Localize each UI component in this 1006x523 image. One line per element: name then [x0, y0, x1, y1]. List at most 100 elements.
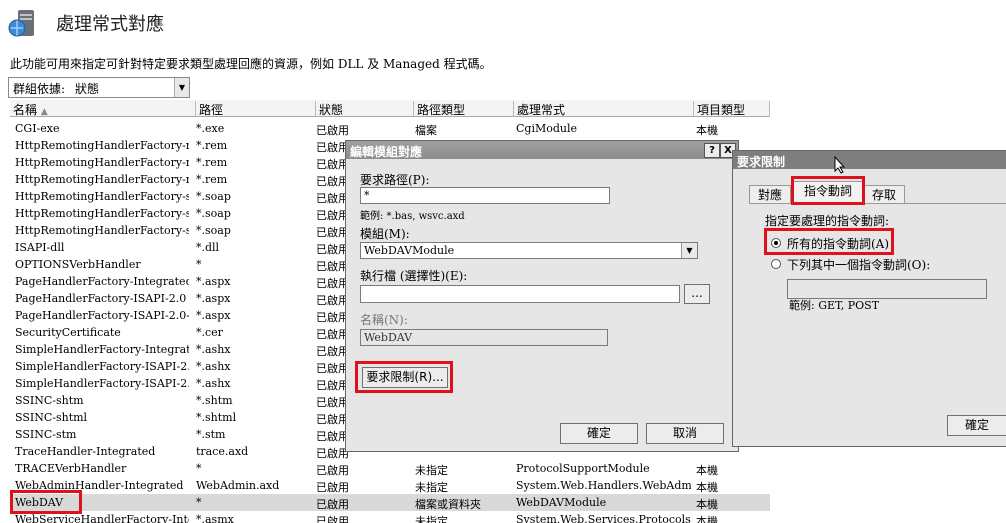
- dialog-titlebar: 要求限制: [733, 151, 1006, 169]
- group-by-dropdown[interactable]: 群組依據: 狀態 ▼: [8, 77, 190, 98]
- cell-path: *.soap: [196, 207, 231, 220]
- name-label: 名稱(N):: [360, 313, 408, 327]
- table-row[interactable]: WebDAV * 已啟用 檔案或資料夾 WebDAVModule 本機: [10, 494, 770, 511]
- dropdown-arrow-icon[interactable]: ▼: [681, 243, 697, 258]
- cell-path: *.rem: [196, 173, 228, 186]
- request-path-label: 要求路徑(P):: [360, 173, 430, 187]
- request-path-example: 範例: *.bas, wsvc.axd: [360, 211, 465, 222]
- cell-state: 已啟用: [316, 124, 349, 137]
- cell-path: *.ashx: [196, 377, 231, 390]
- cell-name: TraceHandler-Integrated: [15, 445, 156, 458]
- cell-handler: System.Web.Services.Protocols.W...: [516, 513, 691, 523]
- cell-path-type: 未指定: [415, 515, 448, 523]
- cell-name: SSINC-stm: [15, 428, 77, 441]
- cell-handler: System.Web.Handlers.WebAdmin...: [516, 479, 691, 492]
- name-input[interactable]: WebDAV: [360, 329, 608, 346]
- dialog-title: 要求限制: [737, 155, 786, 169]
- cancel-button[interactable]: 取消: [646, 423, 724, 444]
- column-header-entry-type[interactable]: 項目類型: [694, 101, 770, 117]
- cell-path: *.dll: [196, 241, 220, 254]
- cell-state: 已啟用: [316, 481, 349, 494]
- verbs-example: 範例: GET, POST: [789, 299, 880, 312]
- column-header-handler[interactable]: 處理常式: [514, 101, 694, 117]
- highlight-verbs-tab: [791, 176, 865, 205]
- tab-access[interactable]: 存取: [863, 185, 905, 204]
- table-row[interactable]: TRACEVerbHandler * 已啟用 未指定 ProtocolSupportMo…: [10, 460, 770, 477]
- ok-button[interactable]: 確定: [560, 423, 638, 444]
- dialog-title: 編輯模組對應: [350, 145, 423, 159]
- page-title: 處理常式對應: [56, 14, 164, 35]
- column-header-path[interactable]: 路徑: [196, 101, 316, 117]
- cell-handler: CgiModule: [516, 122, 578, 135]
- cell-name: PageHandlerFactory-Integrated: [15, 275, 189, 288]
- request-path-input[interactable]: *: [360, 187, 610, 204]
- cell-path: *.asmx: [196, 513, 234, 523]
- cell-name: TRACEVerbHandler: [15, 462, 127, 475]
- cell-name: PageHandlerFactory-ISAPI-2.0-64: [15, 309, 189, 322]
- cell-state: 已啟用: [316, 498, 349, 511]
- cell-path: trace.axd: [196, 445, 249, 458]
- cell-path: *.shtm: [196, 394, 233, 407]
- column-header-name[interactable]: 名稱 ▲: [10, 101, 196, 117]
- table-row[interactable]: WebServiceHandlerFactory-Integr... *.asmx…: [10, 511, 770, 523]
- one-of-verbs-label: 下列其中一個指令動詞(O):: [787, 258, 931, 272]
- cell-path: *.stm: [196, 428, 226, 441]
- tab-mapping[interactable]: 對應: [749, 185, 791, 204]
- column-header-path-type[interactable]: 路徑類型: [414, 101, 514, 117]
- mouse-pointer-icon: [834, 155, 846, 177]
- executable-input[interactable]: [360, 285, 680, 303]
- cell-name: WebServiceHandlerFactory-Integr...: [15, 513, 189, 523]
- tab-panel-border: [749, 203, 1006, 204]
- column-header-state[interactable]: 狀態: [316, 101, 414, 117]
- module-select[interactable]: WebDAVModule ▼: [360, 242, 698, 259]
- cell-name: SimpleHandlerFactory-ISAPI-2.0: [15, 360, 189, 373]
- cell-path-type: 未指定: [415, 464, 448, 477]
- dropdown-arrow-icon[interactable]: ▼: [174, 78, 189, 97]
- cell-path: *.rem: [196, 139, 228, 152]
- cell-state: 已啟用: [316, 515, 349, 523]
- cell-path-type: 檔案或資料夾: [415, 498, 481, 511]
- cell-name: HttpRemotingHandlerFactory-soap...: [15, 207, 189, 220]
- cell-path: *: [196, 258, 202, 271]
- help-button[interactable]: ?: [704, 143, 720, 158]
- cell-name: CGI-exe: [15, 122, 60, 135]
- cell-name: HttpRemotingHandlerFactory-rem...: [15, 173, 189, 186]
- highlight-restrictions-button: [355, 361, 453, 393]
- cell-path-type: 檔案: [415, 124, 437, 137]
- cell-path: *.aspx: [196, 309, 231, 322]
- verbs-input[interactable]: [787, 279, 987, 299]
- cell-name: PageHandlerFactory-ISAPI-2.0: [15, 292, 187, 305]
- executable-label: 執行檔 (選擇性)(E):: [360, 269, 468, 283]
- module-label: 模組(M):: [360, 227, 410, 241]
- cell-name: SSINC-shtm: [15, 394, 84, 407]
- browse-button[interactable]: ...: [684, 284, 710, 304]
- cell-path: *.exe: [196, 122, 225, 135]
- cell-path: *.shtml: [196, 411, 237, 424]
- module-select-value: WebDAVModule: [364, 244, 455, 257]
- cell-entry-type: 本機: [696, 515, 718, 523]
- cell-entry-type: 本機: [696, 498, 718, 511]
- cell-handler: WebDAVModule: [516, 496, 607, 509]
- verbs-prompt: 指定要處理的指令動詞:: [765, 214, 890, 228]
- edit-module-mapping-dialog: 編輯模組對應 ? X 要求路徑(P): * 範例: *.bas, wsvc.ax…: [345, 140, 739, 452]
- highlight-webdav: [10, 490, 82, 514]
- cell-name: SecurityCertificate: [15, 326, 121, 339]
- group-by-label: 群組依據:: [13, 82, 66, 96]
- table-row[interactable]: WebAdminHandler-Integrated WebAdmin.axd 已啟…: [10, 477, 770, 494]
- ok-button[interactable]: 確定: [947, 415, 1006, 436]
- radio-one-of-verbs[interactable]: [771, 259, 781, 269]
- cell-path: *.soap: [196, 190, 231, 203]
- page-description: 此功能可用來指定可針對特定要求類型處理回應的資源，例如 DLL 及 Manage…: [10, 57, 492, 71]
- cell-name: HttpRemotingHandlerFactory-soap...: [15, 190, 189, 203]
- cell-path: *.aspx: [196, 292, 231, 305]
- cell-name: HttpRemotingHandlerFactory-rem...: [15, 139, 189, 152]
- cell-path: *: [196, 462, 202, 475]
- cell-state: 已啟用: [316, 464, 349, 477]
- table-row[interactable]: CGI-exe *.exe 已啟用 檔案 CgiModule 本機: [10, 120, 770, 137]
- cell-name: HttpRemotingHandlerFactory-rem...: [15, 156, 189, 169]
- dialog-titlebar: 編輯模組對應 ? X: [346, 141, 738, 159]
- cell-entry-type: 本機: [696, 481, 718, 494]
- cell-name: OPTIONSVerbHandler: [15, 258, 141, 271]
- cell-path: *.cer: [196, 326, 223, 339]
- cell-path: *.ashx: [196, 343, 231, 356]
